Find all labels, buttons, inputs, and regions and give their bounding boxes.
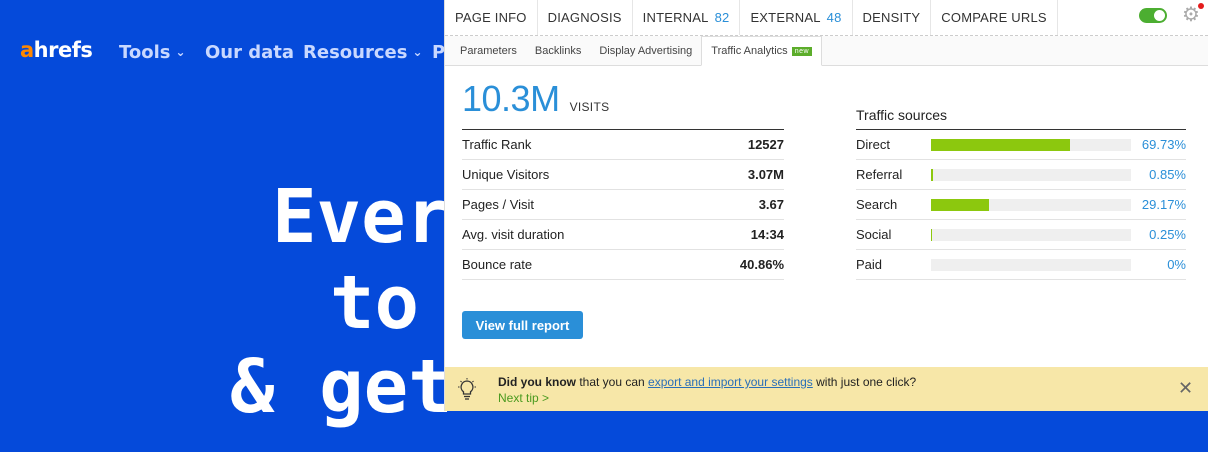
source-bar-fill xyxy=(931,198,990,211)
tab-display-advertising[interactable]: Display Advertising xyxy=(590,36,701,65)
tab-parameters[interactable]: Parameters xyxy=(451,36,526,65)
chevron-down-icon: ⌄ xyxy=(175,45,186,59)
seo-toolbar-panel: PAGE INFO DIAGNOSIS INTERNAL 82 EXTERNAL 4… xyxy=(444,0,1208,411)
top-tab-bar: PAGE INFO DIAGNOSIS INTERNAL 82 EXTERNAL 4… xyxy=(445,0,1208,36)
hero-line-3: & get xyxy=(230,344,453,430)
stat-row-avg-visit-duration: Avg. visit duration 14:34 xyxy=(462,220,784,250)
tab-external[interactable]: EXTERNAL 48 xyxy=(740,0,853,35)
internal-count: 82 xyxy=(714,10,730,25)
source-bar xyxy=(931,258,1131,271)
next-tip-link[interactable]: Next tip > xyxy=(498,391,549,405)
stat-row-bounce-rate: Bounce rate 40.86% xyxy=(462,250,784,280)
source-bar xyxy=(931,168,1131,181)
tab-density[interactable]: DENSITY xyxy=(853,0,932,35)
tab-traffic-analytics[interactable]: Traffic Analytics new xyxy=(701,36,823,66)
new-badge: new xyxy=(791,46,813,56)
nav-item-resources[interactable]: Resources ⌄ xyxy=(303,42,423,63)
source-bar xyxy=(931,228,1131,241)
chevron-down-icon: ⌄ xyxy=(412,45,423,59)
tab-diagnosis[interactable]: DIAGNOSIS xyxy=(538,0,633,35)
traffic-stats-table: Traffic Rank 12527 Unique Visitors 3.07M P… xyxy=(462,129,784,280)
nav-item-tools[interactable]: Tools ⌄ xyxy=(119,42,186,63)
traffic-sources-title: Traffic sources xyxy=(856,107,1186,130)
stat-row-unique-visitors: Unique Visitors 3.07M xyxy=(462,160,784,190)
enable-toggle[interactable] xyxy=(1139,8,1167,23)
stat-row-pages-per-visit: Pages / Visit 3.67 xyxy=(462,190,784,220)
view-full-report-button[interactable]: View full report xyxy=(462,311,583,339)
source-bar-fill xyxy=(931,228,932,241)
nav-item-our-data[interactable]: Our data xyxy=(205,42,294,63)
source-row-paid: Paid 0% xyxy=(856,250,1186,280)
notification-dot xyxy=(1198,3,1204,9)
tip-text: Did you know that you can export and imp… xyxy=(498,375,917,389)
visits-label: VISITS xyxy=(569,100,610,114)
source-row-social: Social 0.25% xyxy=(856,220,1186,250)
stat-row-traffic-rank: Traffic Rank 12527 xyxy=(462,130,784,160)
tab-compare-urls[interactable]: COMPARE URLS xyxy=(931,0,1058,35)
source-bar xyxy=(931,138,1131,151)
visits-value: 10.3M xyxy=(462,78,560,119)
external-count: 48 xyxy=(826,10,842,25)
source-bar-fill xyxy=(931,168,933,181)
source-bar xyxy=(931,198,1131,211)
visits-summary: 10.3M VISITS xyxy=(462,78,609,120)
tip-bar: Did you know that you can export and imp… xyxy=(445,367,1208,411)
close-icon[interactable]: ✕ xyxy=(1178,379,1193,397)
source-bar-fill xyxy=(931,138,1071,151)
tab-backlinks[interactable]: Backlinks xyxy=(526,36,590,65)
sub-tab-bar: Parameters Backlinks Display Advertising… xyxy=(445,36,1208,66)
traffic-sources: Traffic sources Direct 69.73% Referral 0.8… xyxy=(856,107,1186,280)
source-row-referral: Referral 0.85% xyxy=(856,160,1186,190)
source-row-search: Search 29.17% xyxy=(856,190,1186,220)
lightbulb-icon xyxy=(458,378,476,400)
tab-internal[interactable]: INTERNAL 82 xyxy=(633,0,741,35)
ahrefs-logo[interactable]: ahrefs xyxy=(20,38,93,62)
tab-page-info[interactable]: PAGE INFO xyxy=(445,0,538,35)
source-row-direct: Direct 69.73% xyxy=(856,130,1186,160)
export-import-settings-link[interactable]: export and import your settings xyxy=(648,375,813,389)
site-navigation: ahrefs Tools ⌄ Our data Resources ⌄ P xyxy=(0,0,445,108)
